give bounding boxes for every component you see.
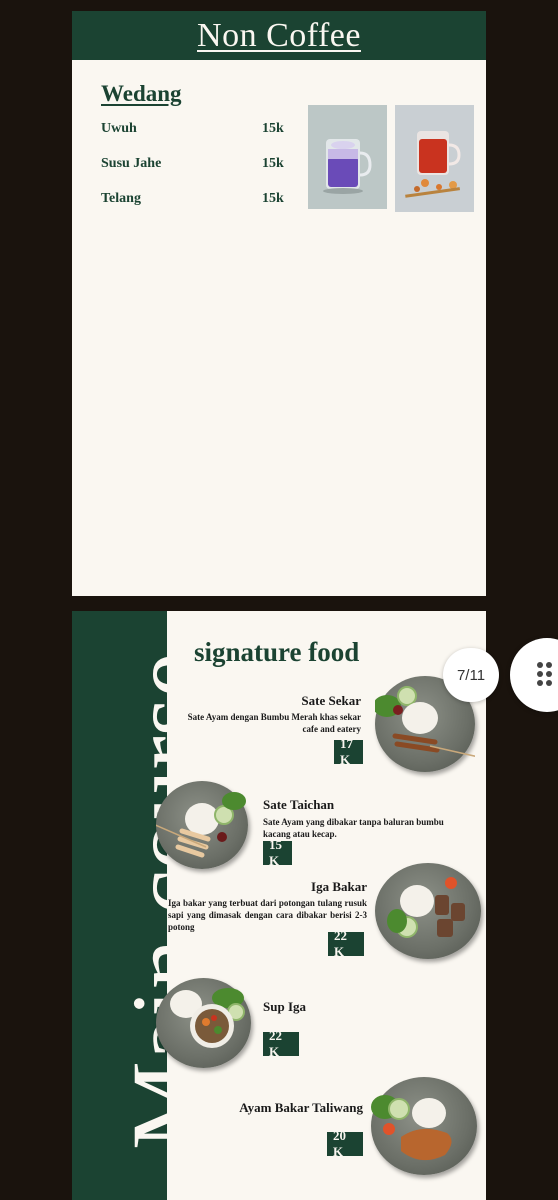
ginger-drink-photo — [395, 105, 474, 212]
drink-price: 15k — [262, 121, 284, 136]
dish-name: Sup Iga — [263, 999, 306, 1014]
drink-price: 15k — [262, 156, 284, 171]
dish-name: Ayam Bakar Taliwang — [239, 1100, 363, 1115]
iga-bakar-photo — [375, 863, 481, 959]
side-title: Main course — [111, 652, 167, 1150]
page-grid-button[interactable] — [510, 638, 558, 712]
price-badge: 20 K — [327, 1128, 363, 1159]
drink-name: Susu Jahe — [101, 156, 162, 171]
dish-name: Sate Sekar — [301, 693, 361, 708]
sate-taichan-photo — [145, 781, 248, 869]
drink-name: Uwuh — [101, 121, 137, 136]
section-title: Wedang — [101, 81, 182, 106]
page-header: Non Coffee — [72, 11, 486, 60]
dish-name: Iga Bakar — [311, 879, 367, 894]
dish-description: Sate Ayam yang dibakar tanpa baluran bum… — [263, 817, 444, 839]
price-badge: 15 K — [263, 837, 292, 868]
menu-page-main-course: Main course signature food Sate Sekar Sa… — [72, 611, 486, 1200]
price-badge: 22 K — [263, 1028, 299, 1059]
price-badge: 22 K — [328, 928, 364, 959]
menu-page-non-coffee: Non Coffee Wedang Uwuh 15k Susu Jahe 15k… — [72, 11, 486, 596]
section-title: signature food — [194, 637, 360, 667]
ayam-bakar-photo — [371, 1077, 477, 1175]
dish-description: Sate Ayam dengan Bumbu Merah khas sekar … — [187, 712, 361, 734]
telang-drink-photo — [308, 105, 387, 209]
sup-iga-photo — [156, 978, 251, 1068]
drink-name: Telang — [101, 191, 141, 206]
price-badge: 17 K — [334, 736, 363, 767]
page-title: Non Coffee — [197, 16, 361, 54]
drink-price: 15k — [262, 191, 284, 206]
page-indicator: 7/11 — [443, 648, 499, 702]
dish-name: Sate Taichan — [263, 797, 335, 812]
grid-dots-icon — [537, 662, 552, 686]
side-band: Main course — [72, 611, 167, 1200]
